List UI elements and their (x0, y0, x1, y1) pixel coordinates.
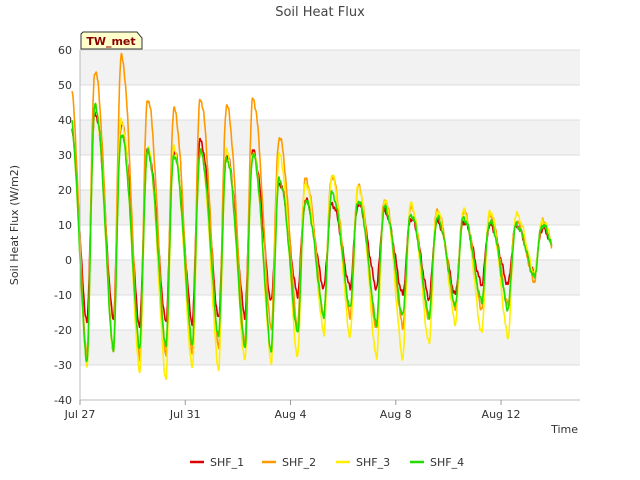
x-tick-label: Aug 4 (275, 408, 307, 421)
legend-label: SHF_1 (210, 456, 244, 469)
legend-label: SHF_4 (430, 456, 464, 469)
y-tick-label: -20 (54, 324, 72, 337)
chart-title: Soil Heat Flux (275, 5, 365, 20)
station-badge-label: TW_met (86, 35, 135, 48)
y-tick-label: 10 (58, 219, 72, 232)
y-tick-label: 50 (58, 79, 72, 92)
station-badge: TW_met (80, 31, 143, 50)
legend-label: SHF_2 (282, 456, 316, 469)
y-tick-label: 30 (58, 149, 72, 162)
y-tick-label: 40 (58, 114, 72, 127)
soil-heat-flux-chart: Soil Heat Flux -40 -30 -20 -10 0 10 20 30 40 50 60… (0, 0, 640, 480)
y-tick-label: -10 (54, 289, 72, 302)
y-tick-label: -30 (54, 359, 72, 372)
y-tick-label: 60 (58, 44, 72, 57)
y-tick-label: 20 (58, 184, 72, 197)
x-tick-label: Jul 27 (64, 408, 96, 421)
plot-band (80, 330, 580, 365)
legend-label: SHF_3 (356, 456, 390, 469)
plot-band (80, 50, 580, 85)
y-tick-label: 0 (65, 254, 72, 267)
y-axis-label: Soil Heat Flux (W/m2) (8, 165, 21, 285)
x-tick-label: Aug 8 (380, 408, 412, 421)
plot-band (80, 120, 580, 155)
x-tick-label: Aug 12 (482, 408, 521, 421)
y-tick-label: -40 (54, 394, 72, 407)
x-axis-label: Time (550, 423, 578, 436)
x-tick-label: Jul 31 (169, 408, 201, 421)
